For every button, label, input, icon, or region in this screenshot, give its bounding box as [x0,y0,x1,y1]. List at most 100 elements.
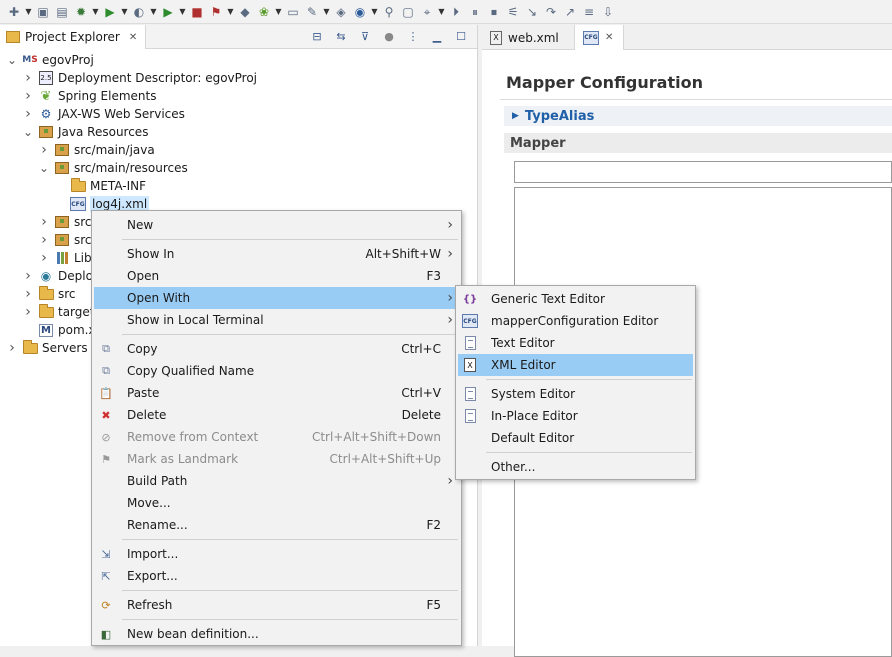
tree-item[interactable]: › src/ [38,231,95,249]
search-icon[interactable]: ⚲ [381,4,397,20]
menu-item-rename[interactable]: Rename... F2 [94,514,459,536]
chevron-down-icon[interactable]: ⌄ [6,53,18,67]
chevron-down-icon[interactable]: ⌄ [38,161,50,175]
console-icon[interactable]: ▢ [400,4,416,20]
tree-item[interactable]: › src/main/java [38,141,155,159]
dropdown-arrow-icon[interactable]: ▼ [227,4,234,20]
coverage-icon[interactable]: ◐ [131,4,147,20]
dropdown-arrow-icon[interactable]: ▼ [179,4,186,20]
menu-item-refresh[interactable]: ⟳ Refresh F5 [94,594,459,616]
tab-project-explorer[interactable]: Project Explorer ✕ [0,25,147,49]
menu-item-mark-as-landmark[interactable]: ⚑ Mark as Landmark Ctrl+Alt+Shift+Up [94,448,459,470]
dropdown-arrow-icon[interactable]: ▼ [323,4,330,20]
tree-item[interactable]: ⌄ src/main/resources [38,159,188,177]
open-with-item-xml-editor[interactable]: X XML Editor [458,354,693,376]
tree-item[interactable]: › src [22,285,76,303]
collapse-all-icon[interactable]: ⊟ [309,28,325,44]
chevron-down-icon[interactable]: ⌄ [22,125,34,139]
dropdown-arrow-icon[interactable]: ▼ [150,4,157,20]
section-typealias[interactable]: ▶ TypeAlias [504,106,892,126]
tab-web-xml[interactable]: X web.xml [482,25,574,50]
tree-item[interactable]: › ◉ Deplo [22,267,93,285]
menu-item-paste[interactable]: 📋 Paste Ctrl+V [94,382,459,404]
filter-icon[interactable]: ⊽ [357,28,373,44]
open-folder-icon[interactable]: ▭ [285,4,301,20]
resume-icon[interactable]: ⏵ [448,4,464,20]
close-icon[interactable]: ✕ [129,32,137,43]
debug-icon[interactable]: ✹ [73,4,89,20]
open-with-item-text-editor[interactable]: Text Editor [458,332,693,354]
tree-item[interactable]: META-INF [54,177,146,195]
chevron-right-icon[interactable]: › [38,250,50,266]
view-menu-icon[interactable]: ⋮ [405,28,421,44]
drop-frame-icon[interactable]: ≡ [581,4,597,20]
open-with-item-mapperconfiguration-editor[interactable]: CFG mapperConfiguration Editor [458,310,693,332]
open-with-item-in-place-editor[interactable]: In-Place Editor [458,405,693,427]
chevron-right-icon[interactable]: › [22,304,34,320]
pin-icon[interactable]: ⌖ [419,4,435,20]
stop-icon[interactable]: ■ [189,4,205,20]
new-icon[interactable]: ✚ [6,4,22,20]
tree-item[interactable]: › target [22,303,95,321]
dropdown-arrow-icon[interactable]: ▼ [121,4,128,20]
chevron-right-icon[interactable]: › [22,268,34,284]
open-with-item-other[interactable]: Other... [458,456,693,478]
tree-item[interactable]: › src/ [38,213,95,231]
save-all-icon[interactable]: ▤ [54,4,70,20]
tree-item[interactable]: › ❦ Spring Elements [22,87,156,105]
run-server-icon[interactable]: ▶ [160,4,176,20]
open-task-icon[interactable]: ✎ [304,4,320,20]
menu-item-show-in[interactable]: Show In Alt+Shift+W › [94,243,459,265]
menu-item-export[interactable]: ⇱ Export... [94,565,459,587]
chevron-right-icon[interactable]: › [6,340,18,356]
menu-item-open[interactable]: Open F3 [94,265,459,287]
tree-item[interactable]: › 2.5 Deployment Descriptor: egovProj [22,69,257,87]
tree-item[interactable]: › Servers [6,339,88,357]
menu-item-copy-qualified-name[interactable]: ⧉ Copy Qualified Name [94,360,459,382]
dropdown-arrow-icon[interactable]: ▼ [275,4,282,20]
open-type-icon[interactable]: ◈ [333,4,349,20]
menu-item-build-path[interactable]: Build Path › [94,470,459,492]
minimize-icon[interactable]: ▁ [429,28,445,44]
chevron-right-icon[interactable]: › [38,232,50,248]
dropdown-arrow-icon[interactable]: ▼ [371,4,378,20]
globe-icon[interactable]: ◉ [352,4,368,20]
menu-item-open-with[interactable]: Open With › [94,287,459,309]
link-with-editor-icon[interactable]: ⇆ [333,28,349,44]
menu-item-new-bean-definition[interactable]: ◧ New bean definition... [94,623,459,645]
chevron-right-icon[interactable]: › [22,88,34,104]
tree-item[interactable]: › ⚙ JAX-WS Web Services [22,105,185,123]
menu-item-new[interactable]: New › [94,214,459,236]
menu-item-remove-from-context[interactable]: ⊘ Remove from Context Ctrl+Alt+Shift+Down [94,426,459,448]
save-icon[interactable]: ▣ [35,4,51,20]
chevron-right-icon[interactable]: › [22,70,34,86]
next-annotation-icon[interactable]: ⇩ [600,4,616,20]
step-into-icon[interactable]: ↘ [524,4,540,20]
dropdown-arrow-icon[interactable]: ▼ [92,4,99,20]
menu-item-delete[interactable]: ✖ Delete Delete [94,404,459,426]
suspend-icon[interactable]: ⏸ [467,4,483,20]
tree-item[interactable]: ⌄ Java Resources [22,123,148,141]
run-icon[interactable]: ▶ [102,4,118,20]
new-java-icon[interactable]: ◆ [237,4,253,20]
menu-item-show-in-local-terminal[interactable]: Show in Local Terminal › [94,309,459,331]
tree-item[interactable]: Mpom.x [22,321,96,339]
chevron-right-icon[interactable]: › [22,106,34,122]
disconnect-icon[interactable]: ⚟ [505,4,521,20]
dropdown-arrow-icon[interactable]: ▼ [25,4,32,20]
menu-item-copy[interactable]: ⧉ Copy Ctrl+C [94,338,459,360]
chevron-right-icon[interactable]: › [38,142,50,158]
open-with-item-default-editor[interactable]: Default Editor [458,427,693,449]
terminate-icon[interactable]: ⏹ [486,4,502,20]
dropdown-arrow-icon[interactable]: ▼ [438,4,445,20]
tab-mapper-config[interactable]: CFG ✕ [574,25,624,50]
focus-task-icon[interactable]: ● [381,28,397,44]
menu-item-move[interactable]: Move... [94,492,459,514]
maximize-icon[interactable]: ☐ [453,28,469,44]
mapper-input[interactable] [514,161,892,183]
tree-item[interactable]: ⌄ MS egovProj [6,51,94,69]
new-spring-icon[interactable]: ❀ [256,4,272,20]
step-over-icon[interactable]: ↷ [543,4,559,20]
step-return-icon[interactable]: ↗ [562,4,578,20]
profile-icon[interactable]: ⚑ [208,4,224,20]
